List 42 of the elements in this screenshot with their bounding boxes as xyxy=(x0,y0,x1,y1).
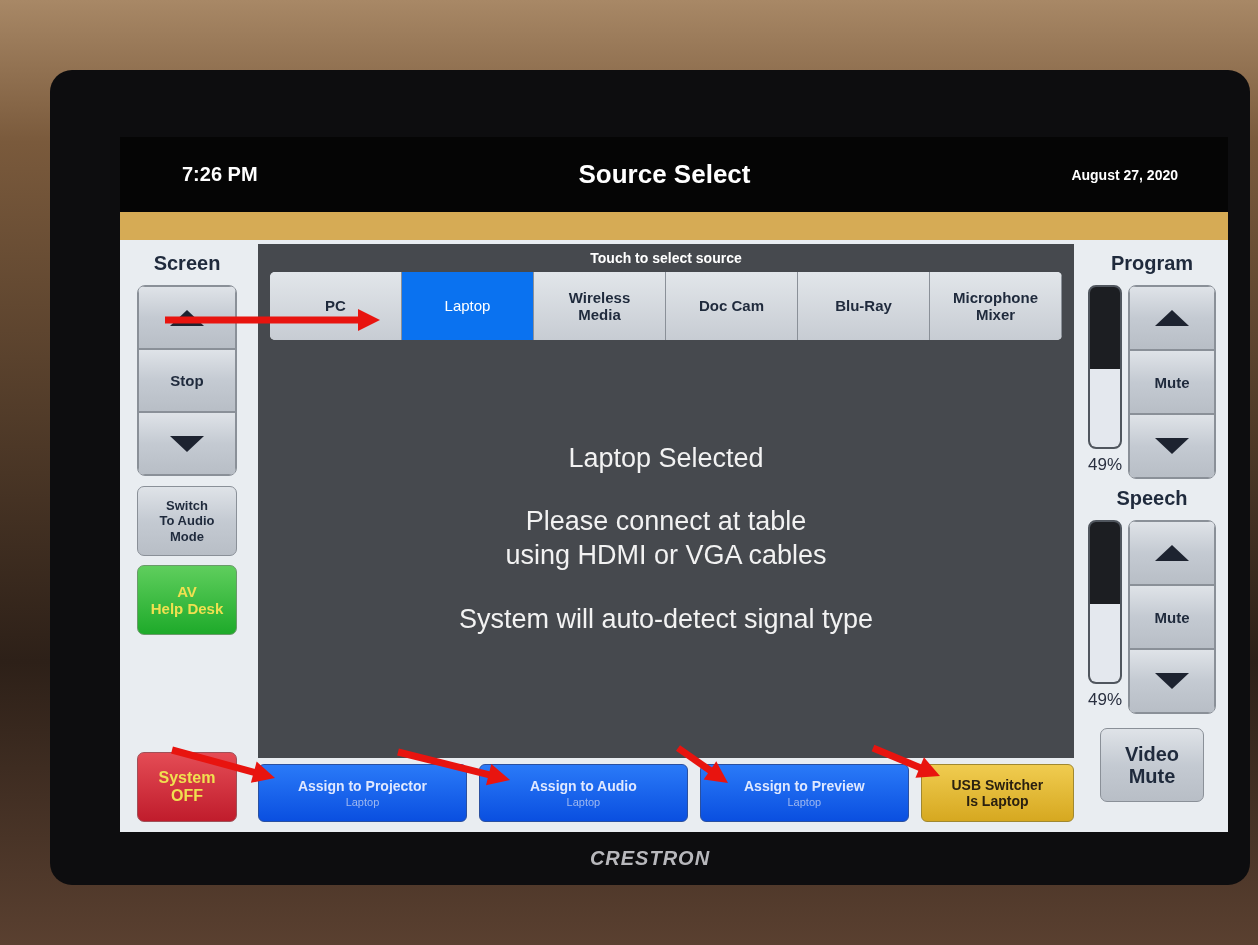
volume-up-button[interactable] xyxy=(1129,521,1215,585)
volume-down-button[interactable] xyxy=(1129,649,1215,713)
screen-up-button[interactable] xyxy=(138,286,236,349)
source-tab[interactable]: Microphone Mixer xyxy=(930,272,1062,340)
volume-up-button[interactable] xyxy=(1129,286,1215,350)
audio-mode-button[interactable]: Switch To Audio Mode xyxy=(137,486,237,556)
status-message: Please connect at table using HDMI or VGA cables xyxy=(505,505,827,572)
arrow xyxy=(676,745,728,783)
down-triangle-icon xyxy=(170,435,204,452)
volume-label: Program xyxy=(1110,252,1194,275)
mute-button[interactable]: Mute xyxy=(1129,585,1215,649)
assign-button[interactable]: Assign to Preview Laptop xyxy=(699,764,909,822)
screen-stop-button[interactable]: Stop xyxy=(138,349,236,412)
source-tab[interactable]: Doc Cam xyxy=(666,272,798,340)
mute-button[interactable]: Mute xyxy=(1129,350,1215,414)
up-triangle-icon xyxy=(1155,310,1189,326)
brand-logo: CRESTRON xyxy=(589,847,711,870)
screen-title: Source Select xyxy=(578,159,751,190)
volume-reading: 49% xyxy=(1088,690,1122,710)
source-tab[interactable]: Wireless Media xyxy=(534,272,666,340)
screen-down-button[interactable] xyxy=(138,412,236,475)
assign-button[interactable]: Assign to Audio Laptop xyxy=(478,764,688,822)
source-tab[interactable]: Blu-Ray xyxy=(798,272,930,340)
status-message: System will auto-detect signal type xyxy=(458,602,874,636)
up-triangle-icon xyxy=(1155,545,1189,561)
assign-button[interactable]: Assign to Projector Laptop xyxy=(258,764,467,822)
status-message: Laptop Selected xyxy=(568,441,764,475)
screen-label: Screen xyxy=(153,252,221,275)
system-off-button[interactable]: System OFF xyxy=(137,752,237,822)
down-triangle-icon xyxy=(1155,438,1189,454)
down-triangle-icon xyxy=(1155,673,1189,689)
volume-down-button[interactable] xyxy=(1129,414,1215,478)
source-tab[interactable]: Laptop xyxy=(402,272,534,340)
volume-reading: 49% xyxy=(1088,455,1122,475)
usb-switcher-button[interactable]: USB Switcher Is Laptop xyxy=(920,764,1074,822)
video-mute-button[interactable]: Video Mute xyxy=(1100,728,1204,802)
source-tab[interactable]: PC xyxy=(270,272,402,340)
volume-label: Speech xyxy=(1116,487,1188,510)
clock: 7:26 PM xyxy=(182,163,258,186)
panel-title: Touch to select source xyxy=(590,250,742,266)
date: August 27, 2020 xyxy=(1071,166,1178,183)
arrow xyxy=(871,744,940,778)
